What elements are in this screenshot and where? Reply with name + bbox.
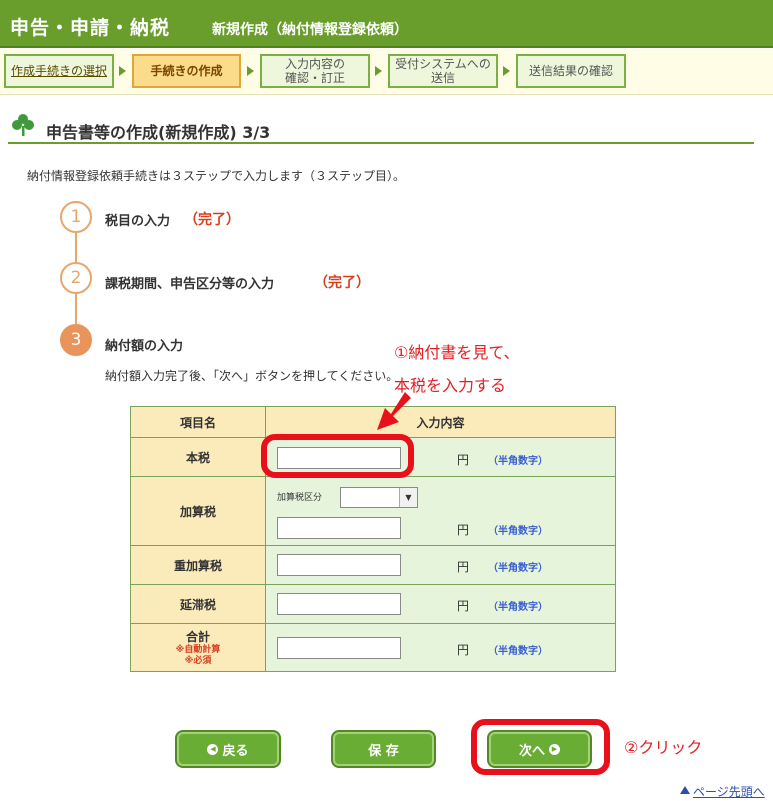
progress-step-3-circle: 3 (60, 324, 92, 356)
progress-step-1-circle: 1 (60, 201, 92, 233)
jukasanzei-input[interactable] (277, 554, 401, 576)
back-button-label: 戻る (222, 743, 249, 759)
step-arrow-icon (375, 66, 382, 76)
step-arrow-icon (503, 66, 510, 76)
back-arrow-icon: ◀ (207, 743, 219, 755)
page-top-icon (680, 786, 690, 794)
annotation-step-1-line1: ①納付書を見て、 (394, 343, 520, 362)
back-button[interactable]: ◀ 戻る (177, 732, 279, 766)
clover-icon (12, 114, 34, 136)
progress-step-1-status: （完了） (184, 212, 240, 228)
yen-unit: 円 (457, 523, 470, 537)
kasanzei-input[interactable] (277, 517, 401, 539)
page-top-link[interactable]: ページ先頭へ (693, 783, 765, 800)
annotation-step-2: ②クリック (624, 738, 703, 757)
row-label-kasanzei: 加算税 (131, 477, 266, 546)
progress-connector (75, 293, 77, 324)
row-label-text: 合計 (185, 630, 210, 644)
progress-connector (75, 232, 77, 262)
progress-step-2-label: 課税期間、申告区分等の入力 (105, 277, 275, 292)
save-button[interactable]: 保 存 (333, 732, 434, 766)
step-label: 送信結果の確認 (528, 64, 613, 78)
kasanzei-kubun-label: 加算税区分 (277, 493, 323, 503)
step-arrow-icon (247, 66, 254, 76)
step-label: 受付システムへの (395, 57, 491, 71)
row-input-kasanzei: 加算税区分 ▼ 円 （半角数字） (266, 477, 615, 546)
next-arrow-icon: ▶ (549, 743, 560, 755)
half-width-hint: （半角数字） (488, 646, 548, 657)
step-label: 送信 (430, 71, 455, 85)
yen-unit: 円 (457, 643, 470, 657)
row-label-text: 加算税 (179, 504, 216, 519)
column-header-item: 項目名 (131, 407, 266, 438)
gokei-input[interactable] (277, 637, 401, 659)
row-label-jukasanzei: 重加算税 (131, 546, 266, 585)
row-label-entaizei: 延滞税 (131, 585, 266, 624)
row-label-honzei: 本税 (131, 438, 266, 477)
auto-calc-note: ※自動計算 (175, 645, 221, 655)
step-send-reception: 受付システムへの 送信 (388, 54, 498, 88)
app-header: 申告・申請・納税 新規作成（納付情報登録依頼） (0, 0, 773, 48)
progress-step-2-circle: 2 (60, 262, 92, 294)
required-note: ※必須 (184, 656, 212, 666)
next-button[interactable]: 次へ ▶ (489, 732, 590, 766)
row-input-entaizei: 円 （半角数字） (266, 585, 615, 624)
kasanzei-kubun-select[interactable]: ▼ (340, 487, 418, 508)
save-button-label: 保 存 (368, 743, 399, 759)
progress-step-2-status: （完了） (314, 275, 370, 291)
row-input-jukasanzei: 円 （半角数字） (266, 546, 615, 585)
chevron-down-icon: ▼ (399, 488, 417, 507)
step-create-procedure: 手続きの作成 (132, 54, 241, 88)
yen-unit: 円 (457, 453, 470, 467)
step-label: 作成手続きの選択 (10, 64, 107, 78)
half-width-hint: （半角数字） (488, 456, 548, 467)
row-label-text: 本税 (185, 450, 210, 465)
progress-num: 1 (70, 207, 82, 227)
step-label: 入力内容の (284, 57, 345, 71)
intro-text: 納付情報登録依頼手続きは３ステップで入力します（３ステップ目）。 (27, 169, 406, 183)
progress-num: 2 (70, 268, 82, 288)
step-label: 確認・訂正 (284, 71, 345, 85)
row-label-text: 延滞税 (179, 597, 216, 612)
progress-step-3-label: 納付額の入力 (105, 339, 184, 354)
yen-unit: 円 (457, 599, 470, 613)
next-button-label: 次へ (518, 743, 545, 759)
highlight-honzei-box (261, 434, 414, 478)
progress-step-1-label: 税目の入力 (105, 214, 171, 229)
step-send-result: 送信結果の確認 (516, 54, 626, 88)
row-input-gokei: 円 （半角数字） (266, 624, 615, 671)
title-divider (8, 142, 754, 144)
entaizei-input[interactable] (277, 593, 401, 615)
step-confirm-correct: 入力内容の 確認・訂正 (260, 54, 370, 88)
header-title: 申告・申請・納税 (10, 17, 171, 39)
row-label-text: 重加算税 (173, 558, 222, 573)
step-arrow-icon (119, 66, 126, 76)
half-width-hint: （半角数字） (488, 602, 548, 613)
red-arrow-icon (377, 392, 411, 430)
progress-num: 3 (70, 330, 82, 350)
row-label-gokei: 合計 ※自動計算 ※必須 (131, 624, 266, 671)
half-width-hint: （半角数字） (488, 563, 548, 574)
instruction-text: 納付額入力完了後、「次へ」ボタンを押してください。 (105, 369, 399, 383)
half-width-hint: （半角数字） (488, 526, 548, 537)
header-subtitle: 新規作成（納付情報登録依頼） (212, 22, 408, 38)
page-title: 申告書等の作成(新規作成) 3/3 (46, 123, 271, 142)
step-label: 手続きの作成 (150, 64, 223, 78)
annotation-step-1-line2: 本税を入力する (394, 376, 507, 395)
step-select-procedure[interactable]: 作成手続きの選択 (4, 54, 114, 88)
yen-unit: 円 (457, 560, 470, 574)
wizard-steps-bar: 作成手続きの選択 手続きの作成 入力内容の 確認・訂正 受付システムへの 送信 … (0, 49, 773, 95)
